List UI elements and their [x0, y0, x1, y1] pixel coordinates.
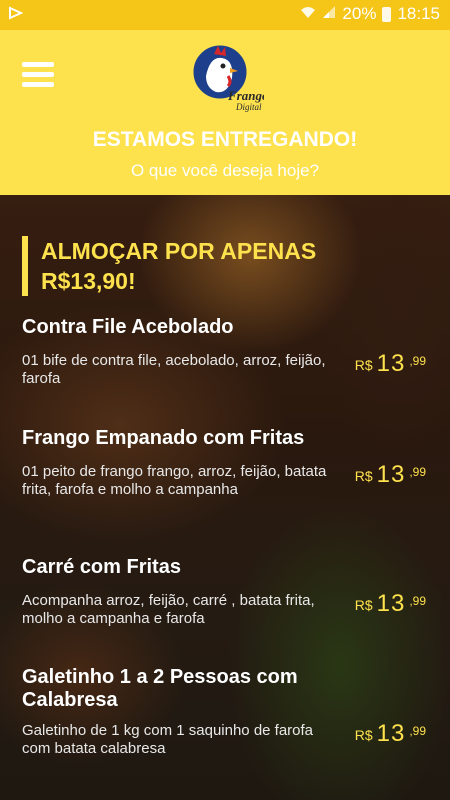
svg-text:Digital: Digital: [235, 102, 262, 112]
clock: 18:15: [397, 4, 440, 23]
menu-content[interactable]: ALMOÇAR POR APENAS R$13,90! Contra File …: [0, 195, 450, 800]
item-description: 01 bife de contra file, acebolado, arroz…: [22, 352, 326, 387]
item-description: 01 peito de frango frango, arroz, feijão…: [22, 463, 327, 498]
price-integer: 13: [376, 720, 406, 747]
hero-title: ESTAMOS ENTREGANDO!: [92, 128, 358, 151]
price-cents: ,99: [409, 354, 426, 368]
price-currency: R$: [354, 357, 373, 373]
item-description: Acompanha arroz, feijão, carré , batata …: [22, 592, 315, 627]
price-cents: ,99: [409, 465, 426, 479]
price-integer: 13: [376, 350, 406, 377]
price-currency: R$: [354, 468, 373, 484]
menu-item[interactable]: Galetinho 1 a 2 Pessoas com Calabresa Ga…: [22, 666, 432, 757]
notification-icon: [8, 5, 24, 26]
hero-subtitle: O que você deseja hoje?: [130, 161, 320, 180]
wifi-icon: [300, 4, 316, 24]
price-currency: R$: [354, 727, 373, 743]
item-name: Carré com Fritas: [22, 556, 181, 578]
price-integer: 13: [376, 461, 406, 488]
price-cents: ,99: [409, 594, 426, 608]
price-currency: R$: [354, 597, 373, 613]
item-price: R$ 13 ,99: [355, 461, 426, 489]
battery-level: 20%: [342, 4, 377, 23]
item-name: Contra File Acebolado: [22, 316, 234, 338]
item-price: R$ 13 ,99: [355, 590, 426, 618]
signal-icon: [322, 4, 336, 24]
price-cents: ,99: [409, 724, 426, 738]
item-name: Frango Empanado com Fritas: [22, 427, 305, 449]
price-integer: 13: [376, 590, 406, 617]
menu-item[interactable]: Contra File Acebolado 01 bife de contra …: [22, 316, 432, 387]
app-header: Frango Digital ESTAMOS ENTREGANDO! O que…: [0, 30, 450, 195]
svg-text:Frango: Frango: [227, 88, 264, 103]
hamburger-menu-icon[interactable]: [22, 62, 54, 88]
item-price: R$ 13 ,99: [355, 350, 426, 378]
item-name: Galetinho 1 a 2 Pessoas com Calabresa: [22, 666, 298, 711]
menu-item[interactable]: Carré com Fritas Acompanha arroz, feijão…: [22, 556, 432, 627]
frango-digital-logo: Frango Digital: [188, 36, 269, 112]
battery-icon: [382, 6, 392, 22]
item-description: Galetinho de 1 kg com 1 saquinho de faro…: [22, 722, 314, 757]
item-price: R$ 13 ,99: [355, 720, 426, 748]
section-title: ALMOÇAR POR APENAS R$13,90!: [22, 236, 381, 296]
menu-item[interactable]: Frango Empanado com Fritas 01 peito de f…: [22, 427, 432, 498]
status-bar: 20% 18:15: [0, 0, 450, 30]
